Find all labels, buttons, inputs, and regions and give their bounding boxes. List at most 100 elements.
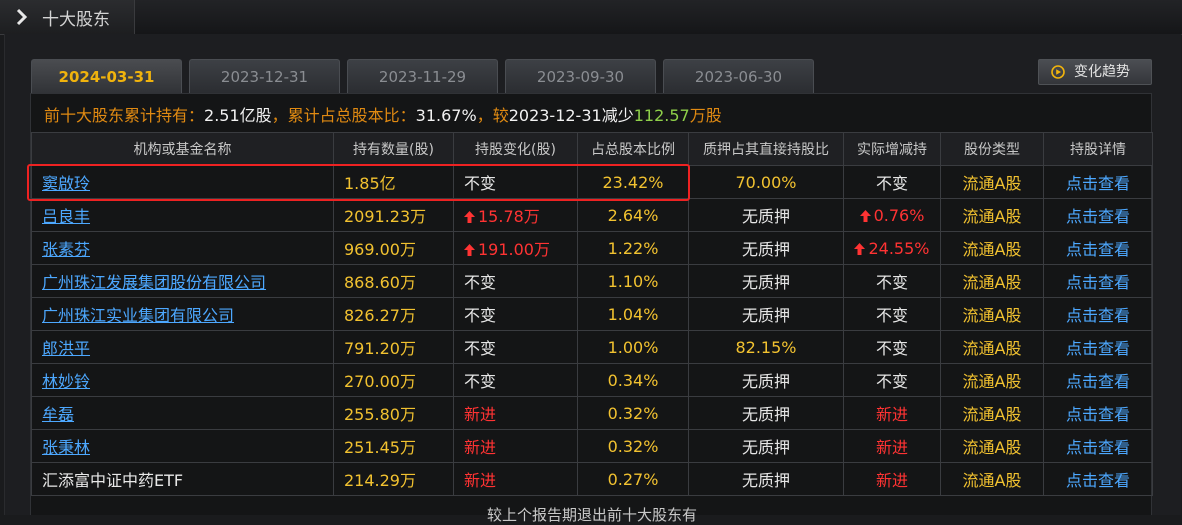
detail-link[interactable]: 点击查看 xyxy=(1043,297,1153,331)
holder-name[interactable]: 广州珠江实业集团有限公司 xyxy=(42,306,234,325)
holding-change-cell: 不变 xyxy=(453,330,578,364)
actual-change: 新进 xyxy=(875,471,908,490)
holder-name-cell: 广州珠江发展集团股份有限公司 xyxy=(31,264,334,298)
actual-change: 新进 xyxy=(875,438,908,457)
holding-amount: 214.29万 xyxy=(333,462,454,496)
actual-change-cell: 新进 xyxy=(843,396,941,430)
summary-total-ratio: 31.67% xyxy=(415,106,477,125)
table-row: 汇添富中证中药ETF 214.29万 新进 0.27% 无质押 新进 流通A股 点击查看 xyxy=(31,462,1153,496)
up-arrow-icon xyxy=(464,244,475,256)
col-header-detail: 持股详情 xyxy=(1043,132,1153,166)
col-header-amount: 持有数量(股) xyxy=(333,132,454,166)
holding-change: 不变 xyxy=(464,306,497,325)
highlight-box xyxy=(27,164,690,201)
section-header: 十大股东 xyxy=(0,0,135,35)
table-row: 吕良丰 2091.23万 15.78万 2.64% 无质押 0.76% 流通A股 点击查看 xyxy=(31,198,1153,232)
holder-name-cell: 牟磊 xyxy=(31,396,334,430)
tab-2023-06-30[interactable]: 2023-06-30 xyxy=(663,59,814,93)
share-type: 流通A股 xyxy=(940,165,1044,199)
holder-name[interactable]: 牟磊 xyxy=(42,405,74,424)
holding-change: 191.00万 xyxy=(478,240,550,259)
table-header-row: 机构或基金名称 持有数量(股) 持股变化(股) 占总股本比例 质押占其直接持股比… xyxy=(31,132,1153,166)
col-header-ratio: 占总股本比例 xyxy=(577,132,689,166)
share-type: 流通A股 xyxy=(940,330,1044,364)
pledge-ratio: 无质押 xyxy=(688,429,844,463)
pledge-ratio: 无质押 xyxy=(688,264,844,298)
holding-change: 不变 xyxy=(464,339,497,358)
detail-link[interactable]: 点击查看 xyxy=(1043,264,1153,298)
holder-name-cell: 张秉林 xyxy=(31,429,334,463)
pledge-ratio: 无质押 xyxy=(688,198,844,232)
detail-link[interactable]: 点击查看 xyxy=(1043,396,1153,430)
detail-link[interactable]: 点击查看 xyxy=(1043,363,1153,397)
holding-amount: 826.27万 xyxy=(333,297,454,331)
holding-change-cell: 不变 xyxy=(453,363,578,397)
holding-amount: 791.20万 xyxy=(333,330,454,364)
holder-name[interactable]: 郎洪平 xyxy=(42,339,90,358)
share-ratio: 1.04% xyxy=(577,297,689,331)
share-ratio: 0.32% xyxy=(577,429,689,463)
table-row: 牟磊 255.80万 新进 0.32% 无质押 新进 流通A股 点击查看 xyxy=(31,396,1153,430)
actual-change-cell: 24.55% xyxy=(843,231,941,265)
summary-label-total: 前十大股东累计持有： xyxy=(44,106,205,125)
pledge-ratio: 70.00% xyxy=(688,165,844,199)
holder-name: 汇添富中证中药ETF xyxy=(42,471,184,490)
detail-link[interactable]: 点击查看 xyxy=(1043,165,1153,199)
up-arrow-icon xyxy=(859,209,871,222)
detail-link[interactable]: 点击查看 xyxy=(1043,330,1153,364)
holding-change-cell: 15.78万 xyxy=(453,198,578,232)
pledge-ratio: 无质押 xyxy=(688,396,844,430)
col-header-change: 持股变化(股) xyxy=(453,132,578,166)
detail-link[interactable]: 点击查看 xyxy=(1043,198,1153,232)
actual-change-cell: 不变 xyxy=(843,264,941,298)
holder-name[interactable]: 张秉林 xyxy=(42,438,90,457)
actual-change: 0.76% xyxy=(873,205,925,225)
holding-change-cell: 不变 xyxy=(453,297,578,331)
trend-button[interactable]: 变化趋势 xyxy=(1038,59,1152,85)
pledge-ratio: 无质押 xyxy=(688,363,844,397)
share-type: 流通A股 xyxy=(940,231,1044,265)
holding-amount: 2091.23万 xyxy=(333,198,454,232)
holder-name[interactable]: 张素芬 xyxy=(42,240,90,259)
tab-2023-09-30[interactable]: 2023-09-30 xyxy=(505,59,656,93)
holder-name[interactable]: 广州珠江发展集团股份有限公司 xyxy=(42,273,266,292)
holding-change-cell: 不变 xyxy=(453,264,578,298)
holding-amount: 255.80万 xyxy=(333,396,454,430)
holding-change: 不变 xyxy=(464,372,497,391)
share-ratio: 0.34% xyxy=(577,363,689,397)
up-arrow-icon xyxy=(854,242,866,255)
col-header-type: 股份类型 xyxy=(940,132,1044,166)
holding-change-cell: 191.00万 xyxy=(453,231,578,265)
detail-link[interactable]: 点击查看 xyxy=(1043,429,1153,463)
share-type: 流通A股 xyxy=(940,429,1044,463)
summary-compare-period: 2023-12-31减少 xyxy=(508,106,634,125)
summary-unit: 万股 xyxy=(689,106,722,125)
holder-name[interactable]: 林妙铃 xyxy=(42,372,90,391)
detail-link[interactable]: 点击查看 xyxy=(1043,231,1153,265)
holding-amount: 868.60万 xyxy=(333,264,454,298)
share-type: 流通A股 xyxy=(940,198,1044,232)
table-row: 广州珠江发展集团股份有限公司 868.60万 不变 1.10% 无质押 不变 流通A股 点击查… xyxy=(31,264,1153,298)
actual-change: 24.55% xyxy=(868,238,930,258)
table-row: 郎洪平 791.20万 不变 1.00% 82.15% 不变 流通A股 点击查看 xyxy=(31,330,1153,364)
tab-2024-03-31[interactable]: 2024-03-31 xyxy=(31,59,182,94)
holder-name-cell: 吕良丰 xyxy=(31,198,334,232)
holding-change: 15.78万 xyxy=(478,207,540,226)
col-header-name: 机构或基金名称 xyxy=(31,132,334,166)
share-ratio: 1.22% xyxy=(577,231,689,265)
holders-content: 前十大股东累计持有：2.51亿股，累计占总股本比：31.67%，较2023-12… xyxy=(30,93,1153,524)
tab-2023-12-31[interactable]: 2023-12-31 xyxy=(189,59,340,93)
detail-link[interactable]: 点击查看 xyxy=(1043,462,1153,496)
holding-change: 新进 xyxy=(464,438,497,457)
pledge-ratio: 无质押 xyxy=(688,462,844,496)
holder-name-cell: 林妙铃 xyxy=(31,363,334,397)
holder-name[interactable]: 吕良丰 xyxy=(42,207,90,226)
play-circle-icon xyxy=(1051,65,1065,79)
table-row: 张秉林 251.45万 新进 0.32% 无质押 新进 流通A股 点击查看 xyxy=(31,429,1153,463)
holding-change-cell: 新进 xyxy=(453,429,578,463)
trend-button-label: 变化趋势 xyxy=(1074,64,1130,80)
section-title: 十大股东 xyxy=(42,10,110,30)
holding-change: 新进 xyxy=(464,471,497,490)
tab-2023-11-29[interactable]: 2023-11-29 xyxy=(347,59,498,93)
share-type: 流通A股 xyxy=(940,363,1044,397)
